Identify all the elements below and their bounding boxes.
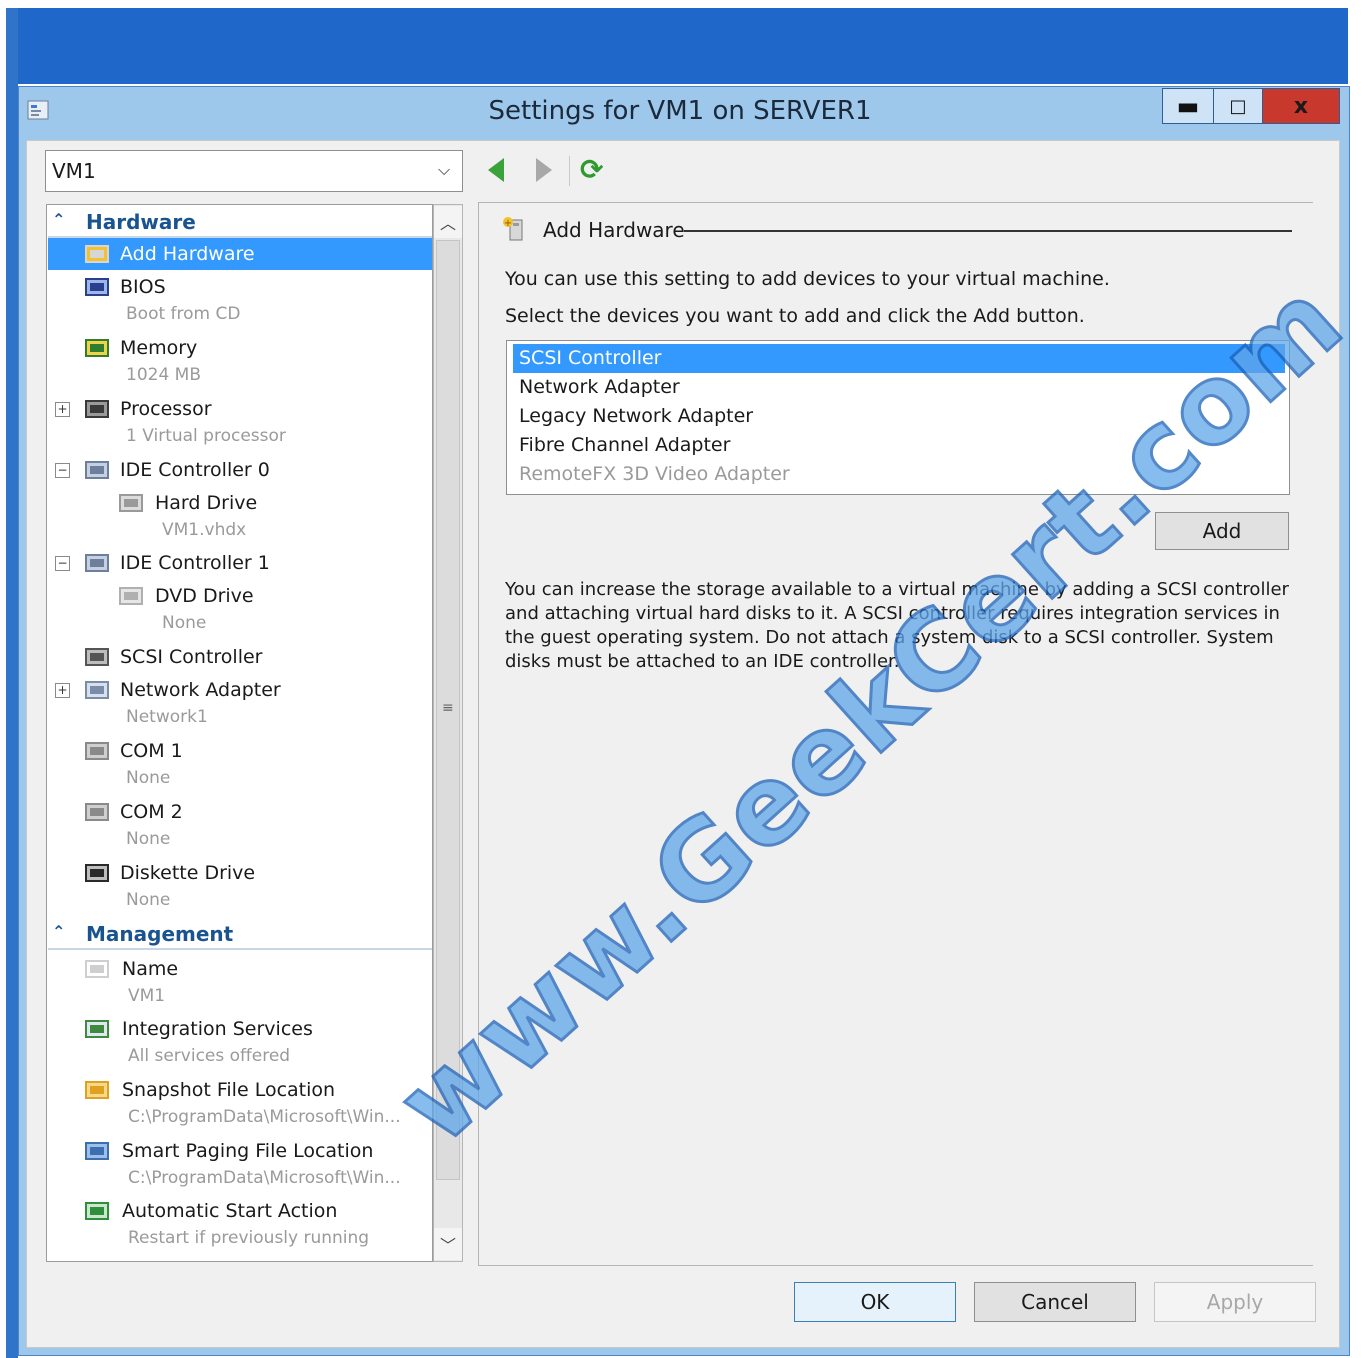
device-list[interactable]: SCSI Controller Network Adapter Legacy N…: [506, 340, 1290, 495]
close-button[interactable]: x: [1262, 88, 1340, 124]
content-description: You can use this setting to add devices …: [505, 268, 1110, 290]
hard-drive-icon: [119, 494, 143, 512]
maximize-button[interactable]: □: [1213, 88, 1263, 124]
desktop-title-band: [16, 8, 1348, 84]
tree-item-label[interactable]: IDE Controller 0: [120, 459, 270, 481]
window-title: Settings for VM1 on SERVER1: [488, 96, 872, 126]
add-device-button[interactable]: Add: [1155, 512, 1289, 550]
collapse-icon[interactable]: −: [55, 556, 70, 571]
vm-select-dropdown[interactable]: VM1: [45, 150, 463, 192]
content-title-rule: [684, 230, 1292, 232]
section-rule: [48, 236, 432, 238]
scsi-info-text: You can increase the storage available t…: [505, 579, 1289, 672]
tree-item-label[interactable]: Network Adapter: [120, 679, 281, 701]
chevron-down-icon[interactable]: ⌵: [438, 160, 450, 180]
window-left-border: [6, 8, 18, 1358]
integration-services-icon: [85, 1020, 109, 1038]
toolbar-separator: [569, 156, 570, 186]
tree-item-label[interactable]: Hard Drive: [155, 492, 257, 514]
memory-icon: [85, 339, 109, 357]
tree-section-header[interactable]: Hardware: [86, 210, 196, 234]
tree-item-label[interactable]: Smart Paging File Location: [122, 1140, 373, 1162]
tree-item-value: Boot from CD: [126, 304, 241, 324]
tree-item-label[interactable]: Processor: [120, 398, 212, 420]
tree-item-label[interactable]: BIOS: [120, 276, 166, 298]
device-option[interactable]: Fibre Channel Adapter: [513, 431, 1285, 460]
tree-item-value: None: [126, 890, 171, 910]
expand-icon[interactable]: +: [55, 402, 70, 417]
content-instruction: Select the devices you want to add and c…: [505, 305, 1085, 327]
settings-app-icon: [27, 100, 49, 120]
apply-button[interactable]: Apply: [1154, 1282, 1316, 1322]
snapshot-icon: [85, 1081, 109, 1099]
processor-icon: [85, 400, 109, 418]
tree-item-value: Restart if previously running: [128, 1228, 370, 1248]
smart-paging-icon: [85, 1142, 109, 1160]
tree-item-label[interactable]: COM 1: [120, 740, 183, 762]
tree-item-value: None: [126, 829, 171, 849]
scroll-grip-icon: ≡: [442, 700, 454, 716]
tree-item-label[interactable]: COM 2: [120, 801, 183, 823]
bios-icon: [85, 278, 109, 296]
ide-controller-icon: [85, 461, 109, 479]
scsi-controller-icon: [85, 648, 109, 666]
section-rule: [48, 948, 432, 950]
forward-arrow-icon[interactable]: [536, 158, 552, 182]
cancel-button[interactable]: Cancel: [974, 1282, 1136, 1322]
tree-item-value: C:\ProgramData\Microsoft\Win...: [128, 1107, 401, 1127]
tree-item-label[interactable]: IDE Controller 1: [120, 552, 270, 574]
com-port-icon: [85, 803, 109, 821]
tree-item-label[interactable]: Automatic Start Action: [122, 1200, 337, 1222]
tree-item-label[interactable]: Memory: [120, 337, 197, 359]
ok-button[interactable]: OK: [794, 1282, 956, 1322]
dvd-drive-icon: [119, 587, 143, 605]
refresh-icon[interactable]: ⟳: [580, 156, 603, 184]
add-hardware-icon: [85, 245, 109, 263]
device-option-disabled: RemoteFX 3D Video Adapter: [519, 463, 790, 485]
ide-controller-icon: [85, 554, 109, 572]
network-adapter-icon: [85, 681, 109, 699]
back-arrow-icon[interactable]: [488, 158, 504, 182]
device-option[interactable]: Legacy Network Adapter: [513, 402, 1285, 431]
name-icon: [85, 960, 109, 978]
tree-item-value: 1024 MB: [126, 365, 201, 385]
tree-item-value: Network1: [126, 707, 208, 727]
settings-tree: [46, 204, 433, 1262]
collapse-section-icon[interactable]: ⌃: [52, 210, 65, 229]
scroll-down-button[interactable]: ﹀: [434, 1228, 462, 1260]
collapse-section-icon[interactable]: ⌃: [52, 922, 65, 941]
expand-icon[interactable]: +: [55, 683, 70, 698]
auto-start-icon: [85, 1202, 109, 1220]
com-port-icon: [85, 742, 109, 760]
tree-item-value: C:\ProgramData\Microsoft\Win...: [128, 1168, 401, 1188]
tree-item-label[interactable]: SCSI Controller: [120, 646, 263, 668]
tree-item-value: VM1.vhdx: [162, 520, 247, 540]
collapse-icon[interactable]: −: [55, 463, 70, 478]
tree-item-value: All services offered: [128, 1046, 291, 1066]
tree-item-label[interactable]: DVD Drive: [155, 585, 254, 607]
tree-item-label[interactable]: Diskette Drive: [120, 862, 255, 884]
diskette-drive-icon: [85, 864, 109, 882]
svg-text:+: +: [504, 218, 512, 229]
tree-item-label[interactable]: Add Hardware: [120, 243, 255, 265]
tree-item-value: None: [126, 768, 171, 788]
scroll-up-button[interactable]: ︿: [434, 206, 462, 238]
content-title: Add Hardware: [543, 218, 685, 242]
tree-item-label[interactable]: Snapshot File Location: [122, 1079, 335, 1101]
minimize-button[interactable]: ▬: [1162, 88, 1214, 124]
device-option[interactable]: SCSI Controller: [513, 344, 1285, 373]
device-option[interactable]: Network Adapter: [513, 373, 1285, 402]
tree-section-header[interactable]: Management: [86, 922, 233, 946]
tree-item-label[interactable]: Name: [122, 958, 178, 980]
tree-item-label[interactable]: Integration Services: [122, 1018, 313, 1040]
tree-item-value: 1 Virtual processor: [126, 426, 286, 446]
tree-item-value: None: [162, 613, 207, 633]
tree-item-value: VM1: [128, 986, 166, 1006]
add-hardware-icon: +: [503, 217, 523, 241]
